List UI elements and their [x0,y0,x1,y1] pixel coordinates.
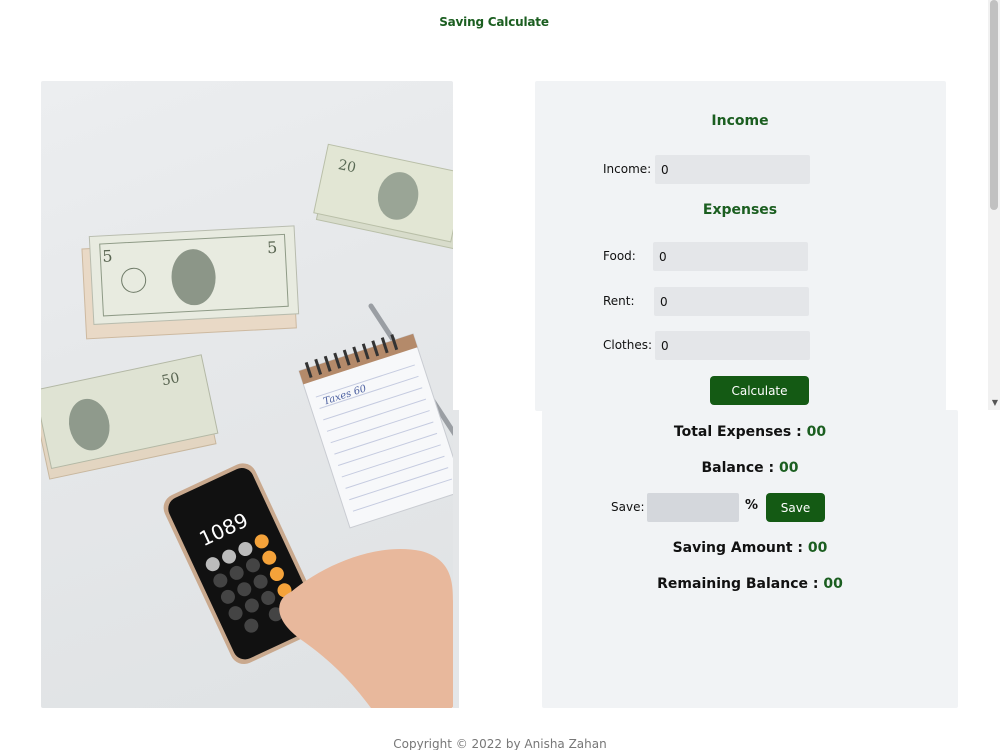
footer-copyright: Copyright © 2022 by Anisha Zahan [393,737,607,750]
total-expenses-value: 00 [806,424,827,440]
results-card [542,410,958,708]
food-label: Food: [603,249,636,263]
scrollbar[interactable]: ▼ [988,0,1000,410]
saving-amount-row: Saving Amount : 00 [542,540,958,556]
saving-amount-value: 00 [807,540,828,556]
page-title: Saving Calculate [439,15,549,29]
calculate-button[interactable]: Calculate [710,376,809,405]
income-label: Income: [603,162,652,176]
rent-label: Rent: [603,294,635,308]
save-percent-input[interactable] [647,493,739,522]
clothes-label: Clothes: [603,338,653,352]
remaining-balance-label: Remaining Balance : [657,576,819,592]
clothes-input[interactable] [655,331,810,360]
balance-row: Balance : 00 [542,460,958,476]
remaining-balance-value: 00 [823,576,843,592]
saving-amount-label: Saving Amount : [672,540,804,556]
money-calculator-photo: 20 5 5 50 Taxes 60 1089 [41,81,453,708]
svg-text:5: 5 [267,238,278,258]
food-input[interactable] [653,242,808,271]
photo-edge [453,410,459,708]
balance-value: 00 [779,460,799,476]
scrollbar-thumb[interactable] [990,0,998,210]
scroll-down-arrow-icon[interactable]: ▼ [992,398,998,407]
percent-sign: % [745,498,759,513]
save-button[interactable]: Save [766,493,825,522]
svg-text:5: 5 [102,246,113,266]
expenses-heading: Expenses [702,202,778,218]
balance-label: Balance : [701,460,775,476]
save-label: Save: [611,500,645,514]
rent-input[interactable] [654,287,809,316]
income-input[interactable] [655,155,810,184]
remaining-balance-row: Remaining Balance : 00 [542,576,958,592]
total-expenses-label: Total Expenses : [673,424,802,440]
income-heading: Income [711,113,769,129]
total-expenses-row: Total Expenses : 00 [542,424,958,440]
